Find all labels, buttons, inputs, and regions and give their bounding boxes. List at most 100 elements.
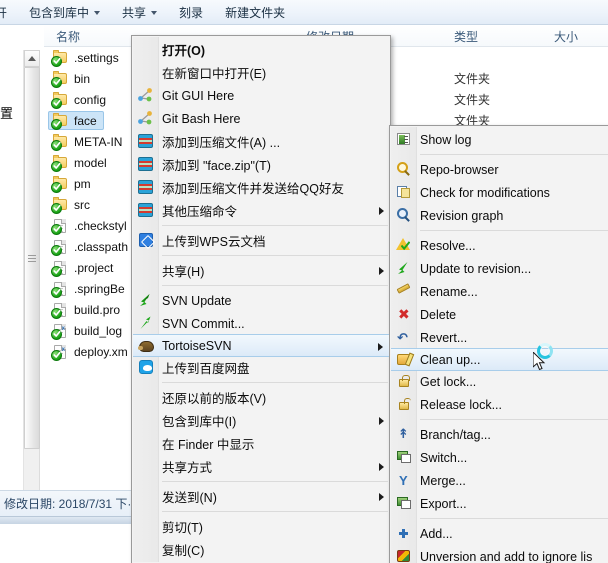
toolbar-item-label: 开: [0, 5, 8, 20]
file-name-cell[interactable]: pm: [48, 174, 98, 193]
context-menu-item[interactable]: Git GUI Here: [132, 84, 390, 107]
submenu-item[interactable]: Export...: [390, 492, 608, 515]
column-header-0[interactable]: 名称: [56, 28, 80, 45]
context-menu-item-label: 共享(H): [162, 265, 205, 279]
toolbar-item-1[interactable]: 包含到库中: [19, 1, 110, 24]
update-to-revision-icon: [395, 260, 412, 276]
context-menu-item[interactable]: 剪切(T): [132, 515, 390, 538]
scroll-up-arrow-icon[interactable]: [24, 50, 40, 67]
navigation-scrollbar[interactable]: [23, 50, 40, 515]
submenu-item[interactable]: Repo-browser: [390, 158, 608, 181]
navigation-clipped-label: 置: [0, 106, 14, 121]
file-name-cell[interactable]: .project: [48, 258, 120, 277]
file-icon: [51, 239, 69, 256]
file-name-cell[interactable]: x build_log: [48, 321, 129, 340]
context-menu-item[interactable]: 上传到百度网盘: [132, 356, 390, 379]
file-name-cell[interactable]: face: [48, 111, 104, 130]
toolbar-item-4[interactable]: 新建文件夹: [215, 1, 295, 24]
context-menu-item[interactable]: 打开(O): [132, 38, 390, 61]
svn-versioned-check-icon: [51, 97, 62, 109]
column-header-2[interactable]: 类型: [454, 28, 478, 45]
submenu-item[interactable]: Show log: [390, 128, 608, 151]
branch-tag-icon: ↟: [398, 426, 409, 441]
context-menu-item-label: Git Bash Here: [162, 111, 241, 126]
context-menu-item[interactable]: 添加到压缩文件并发送给QQ好友: [132, 176, 390, 199]
submenu-item[interactable]: Release lock...: [390, 393, 608, 416]
get-lock-icon: [395, 373, 412, 389]
submenu-separator: [390, 416, 608, 423]
submenu-item[interactable]: ↶ Revert...: [390, 326, 608, 349]
context-menu-item[interactable]: 添加到压缩文件(A) ...: [132, 130, 390, 153]
grip-icon: [28, 253, 36, 264]
file-name-cell[interactable]: .springBe: [48, 279, 132, 298]
submenu-item[interactable]: Revision graph: [390, 204, 608, 227]
toolbar-item-2[interactable]: 共享: [112, 1, 167, 24]
context-menu-item[interactable]: SVN Commit...: [132, 312, 390, 335]
context-menu-item[interactable]: 添加到 "face.zip"(T): [132, 153, 390, 176]
toolbar-item-label: 共享: [122, 5, 147, 20]
submenu-item-label: Clean up...: [420, 352, 481, 367]
submenu-item-label: Revision graph: [420, 208, 504, 223]
submenu-item[interactable]: Clean up...: [391, 348, 608, 371]
context-menu-item[interactable]: 在新窗口中打开(E): [132, 61, 390, 84]
submenu-item[interactable]: Switch...: [390, 446, 608, 469]
context-menu-item[interactable]: 共享方式: [132, 455, 390, 478]
file-name-cell[interactable]: model: [48, 153, 114, 172]
file-name-label: bin: [74, 71, 91, 86]
folder-icon: [51, 196, 69, 214]
chevron-down-icon: [151, 11, 158, 15]
context-menu-item[interactable]: 共享(H): [132, 259, 390, 282]
file-context-menu[interactable]: 打开(O) 在新窗口中打开(E) Git GUI Here Git Bash Here…: [131, 35, 391, 563]
file-name-cell[interactable]: .settings: [48, 48, 126, 67]
git-icon: [137, 110, 154, 126]
context-menu-item[interactable]: 其他压缩命令: [132, 199, 390, 222]
submenu-item[interactable]: Y Merge...: [390, 469, 608, 492]
file-name-cell[interactable]: .classpath: [48, 237, 135, 256]
column-header-3[interactable]: 大小: [554, 28, 578, 45]
file-name-cell[interactable]: META-IN: [48, 132, 129, 151]
file-name-cell[interactable]: x deploy.xm: [48, 342, 135, 361]
chevron-right-icon: [378, 343, 383, 351]
toolbar-item-0[interactable]: 开: [0, 1, 17, 24]
file-name-cell[interactable]: src: [48, 195, 97, 214]
submenu-item[interactable]: Add...: [390, 522, 608, 545]
context-menu-item-label: 添加到压缩文件(A) ...: [162, 136, 281, 150]
context-menu-item[interactable]: Git Bash Here: [132, 107, 390, 130]
submenu-item-label: Check for modifications: [420, 185, 550, 200]
submenu-item[interactable]: Unversion and add to ignore lis: [390, 545, 608, 563]
context-menu-item[interactable]: SVN Update: [132, 289, 390, 312]
context-menu-item-label: 添加到 "face.zip"(T): [162, 159, 271, 173]
file-name-cell[interactable]: config: [48, 90, 113, 109]
svn-versioned-check-icon: [51, 307, 62, 319]
submenu-item[interactable]: Update to revision...: [390, 257, 608, 280]
winrar-icon: [137, 202, 154, 218]
cleanup-icon: [396, 352, 413, 368]
submenu-item[interactable]: Resolve...: [390, 234, 608, 257]
context-menu-item[interactable]: 发送到(N): [132, 485, 390, 508]
context-menu-item[interactable]: 在 Finder 中显示: [132, 432, 390, 455]
file-name-cell[interactable]: .checkstyl: [48, 216, 134, 235]
switch-icon: [395, 449, 412, 465]
folder-icon: [51, 154, 69, 172]
resolve-icon: [395, 237, 412, 253]
submenu-item[interactable]: Get lock...: [390, 370, 608, 393]
submenu-item-label: Update to revision...: [420, 261, 532, 276]
file-name-cell[interactable]: bin: [48, 69, 97, 88]
submenu-item-label: Branch/tag...: [420, 427, 491, 442]
toolbar-item-3[interactable]: 刻录: [169, 1, 213, 24]
submenu-item[interactable]: Check for modifications: [390, 181, 608, 204]
scrollbar-thumb[interactable]: [24, 67, 40, 449]
submenu-item[interactable]: ↟ Branch/tag...: [390, 423, 608, 446]
file-name-label: config: [74, 92, 107, 107]
submenu-item[interactable]: ✖ Delete: [390, 303, 608, 326]
tortoisesvn-submenu[interactable]: Show log Repo-browser Check for modificati…: [389, 125, 608, 563]
context-menu-item[interactable]: TortoiseSVN: [133, 334, 389, 357]
context-menu-item[interactable]: 包含到库中(I): [132, 409, 390, 432]
git-icon: [137, 87, 154, 103]
file-name-cell[interactable]: build.pro: [48, 300, 127, 319]
context-menu-item[interactable]: 复制(C): [132, 538, 390, 561]
submenu-item[interactable]: Rename...: [390, 280, 608, 303]
context-menu-item[interactable]: 还原以前的版本(V): [132, 386, 390, 409]
toolbar-item-label: 新建文件夹: [225, 5, 286, 20]
context-menu-item[interactable]: 上传到WPS云文档: [132, 229, 390, 252]
